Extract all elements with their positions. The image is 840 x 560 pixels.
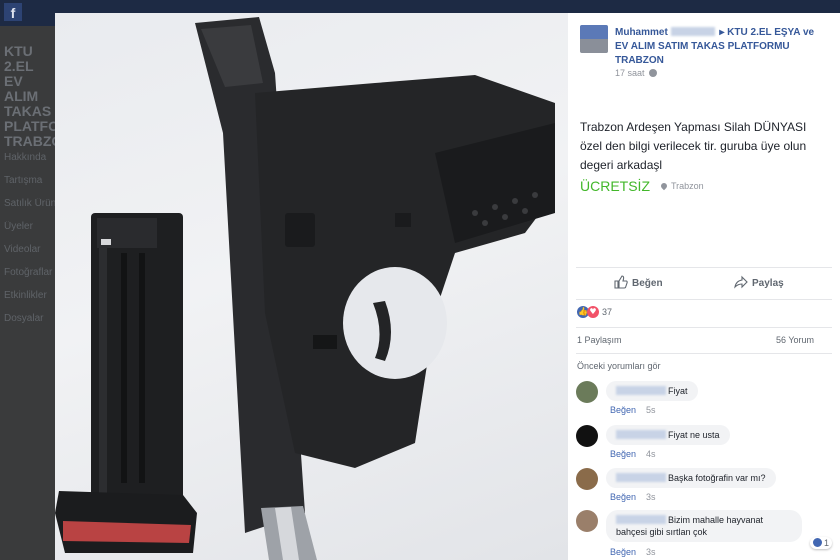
comment-time[interactable]: 5s <box>646 405 656 415</box>
comment-meta: Beğen 5s <box>610 405 656 415</box>
background-sidebar-item[interactable]: Fotoğraflar <box>4 267 56 278</box>
background-title-line: KTU 2.EL <box>4 43 34 74</box>
background-sidebar-item[interactable]: Etkinlikler <box>4 290 56 301</box>
like-button[interactable]: Beğen <box>614 275 663 293</box>
location-text: Trabzon <box>671 181 704 191</box>
comment-time[interactable]: 3s <box>646 492 656 502</box>
facebook-logo-icon[interactable]: f <box>4 3 22 21</box>
comment-time[interactable]: 3s <box>646 547 656 557</box>
like-button-label: Beğen <box>632 278 663 289</box>
comment-text: Fiyat ne usta <box>668 430 720 440</box>
redacted-name <box>670 27 715 36</box>
redacted-name <box>616 386 666 395</box>
comment-reaction-badge[interactable]: 1 <box>809 537 832 549</box>
audience-icon <box>648 69 657 77</box>
comment-count[interactable]: 56 Yorum <box>776 335 814 345</box>
love-reaction-icon: ♥ <box>587 306 599 318</box>
background-title-line: EV ALIM <box>4 73 39 104</box>
commenter-avatar[interactable] <box>576 510 598 532</box>
author-name[interactable]: Muhammet <box>615 27 668 38</box>
group-avatar[interactable] <box>580 25 608 53</box>
post-time-text[interactable]: 17 saat <box>615 68 645 78</box>
post-timestamp[interactable]: 17 saat <box>615 68 657 78</box>
divider <box>576 299 832 300</box>
comment-text: Fiyat <box>668 386 688 396</box>
background-sidebar-item[interactable]: Videolar <box>4 244 56 255</box>
redacted-name <box>616 515 666 524</box>
reaction-count[interactable]: 37 <box>602 306 612 318</box>
background-sidebar-item[interactable]: Üyeler <box>4 221 56 232</box>
comment-time[interactable]: 4s <box>646 449 656 459</box>
like-reaction-icon <box>812 538 822 547</box>
commenter-avatar[interactable] <box>576 425 598 447</box>
background-title-line: TAKAS <box>4 103 52 119</box>
comment-bubble: Fiyat <box>606 381 698 401</box>
post-text: Trabzon Ardeşen Yapması Silah DÜNYASI öz… <box>580 120 807 172</box>
background-group-title: KTU 2.EL EV ALIM TAKAS PLATFOR TRABZO <box>4 43 70 149</box>
divider <box>576 327 832 328</box>
background-title-line: PLATFOR <box>4 118 70 134</box>
comment-meta: Beğen 3s <box>610 547 656 557</box>
listing-location: Trabzon <box>659 181 704 191</box>
background-sidebar-item[interactable]: Hakkında <box>4 152 56 163</box>
share-arrow-icon: ▸ <box>719 27 725 38</box>
post-side-panel: Muhammet ▸ KTU 2.EL EŞYA ve EV ALIM SATI… <box>568 13 840 560</box>
share-count[interactable]: 1 Paylaşım <box>577 335 622 345</box>
view-previous-comments-link[interactable]: Önceki yorumları gör <box>577 361 661 371</box>
comment-like-link[interactable]: Beğen <box>610 547 636 557</box>
background-sidebar-item[interactable]: Dosyalar <box>4 313 56 324</box>
listing-price: ÜCRETSİZ <box>580 178 650 194</box>
pistol-and-magazine-image <box>55 17 555 560</box>
share-button-label: Paylaş <box>752 278 784 289</box>
background-sidebar-item[interactable]: Tartışma <box>4 175 56 186</box>
comment-reaction-count: 1 <box>823 538 829 548</box>
redacted-name <box>616 430 666 439</box>
comment-bubble: Başka fotoğrafin var mı? <box>606 468 776 488</box>
commenter-avatar[interactable] <box>576 468 598 490</box>
background-title-line: TRABZO <box>4 133 63 149</box>
comment-like-link[interactable]: Beğen <box>610 405 636 415</box>
background-sidebar-item[interactable]: Satılık Ürün <box>4 198 56 209</box>
post-photo[interactable] <box>55 13 568 560</box>
thumbs-up-icon <box>614 275 628 289</box>
comment-like-link[interactable]: Beğen <box>610 449 636 459</box>
avatar-sky <box>580 25 608 39</box>
comment-bubble: Fiyat ne usta <box>606 425 730 445</box>
avatar-city <box>580 39 608 53</box>
commenter-avatar[interactable] <box>576 381 598 403</box>
post-author-line[interactable]: Muhammet ▸ KTU 2.EL EŞYA ve EV ALIM SATI… <box>615 26 830 68</box>
comment-text: Başka fotoğrafin var mı? <box>668 473 766 483</box>
divider <box>576 353 832 354</box>
share-icon <box>734 275 748 289</box>
share-button[interactable]: Paylaş <box>734 275 784 293</box>
comment-meta: Beğen 4s <box>610 449 656 459</box>
comment-like-link[interactable]: Beğen <box>610 492 636 502</box>
comment-meta: Beğen 3s <box>610 492 656 502</box>
location-pin-icon <box>659 181 669 191</box>
redacted-name <box>616 473 666 482</box>
divider <box>576 267 832 268</box>
comment-bubble: Bizim mahalle hayvanat bahçesi gibi sırt… <box>606 510 802 542</box>
